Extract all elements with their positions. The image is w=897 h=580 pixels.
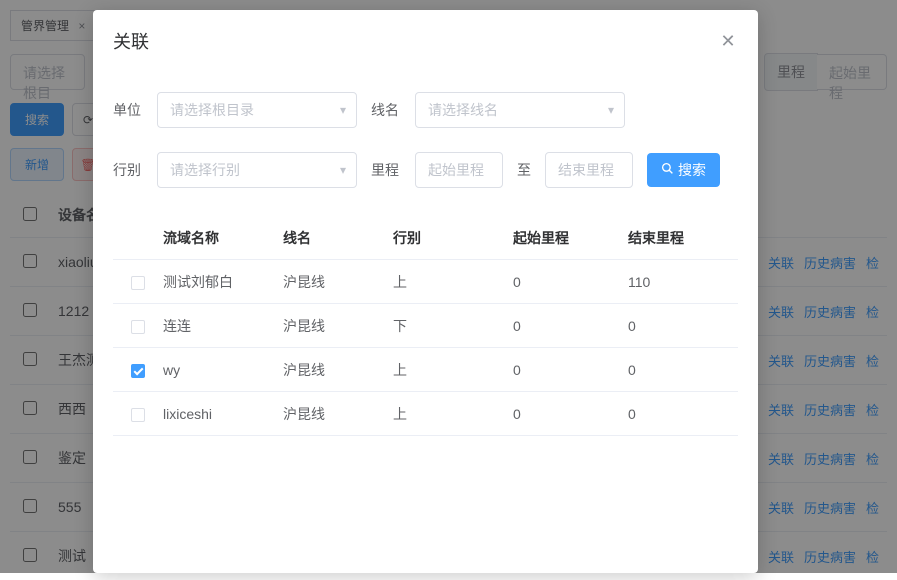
search-button[interactable]: 搜索 [647,153,720,187]
cell-line: 沪昆线 [283,360,393,380]
chevron-down-icon: ▾ [608,103,614,117]
checkbox[interactable] [131,364,145,378]
cell-end: 0 [628,318,738,334]
th-name: 流域名称 [163,228,283,248]
cell-start: 0 [513,318,628,334]
unit-select[interactable]: 请选择根目录 ▾ [157,92,357,128]
cell-end: 0 [628,406,738,422]
chevron-down-icon: ▾ [340,163,346,177]
cell-dir: 上 [393,360,513,380]
line-label: 线名 [371,100,401,120]
dir-placeholder: 请选择行别 [170,160,240,180]
unit-placeholder: 请选择根目录 [170,100,254,120]
th-line: 线名 [283,228,393,248]
table-row: 测试刘郁白沪昆线上0110 [113,260,738,304]
table-row: 连连沪昆线下00 [113,304,738,348]
cell-name: 测试刘郁白 [163,272,283,292]
checkbox[interactable] [131,320,145,334]
modal-body: 单位 请选择根目录 ▾ 线名 请选择线名 ▾ 行别 请选择行别 ▾ 里程 起始里… [93,68,758,573]
link-modal: 关联 ✕ 单位 请选择根目录 ▾ 线名 请选择线名 ▾ 行别 请选择行别 ▾ 里… [93,10,758,573]
cell-end: 0 [628,362,738,378]
cell-start: 0 [513,274,628,290]
checkbox[interactable] [131,276,145,290]
dir-label: 行别 [113,160,143,180]
mileage-end-input[interactable]: 结束里程 [545,152,633,188]
th-end: 结束里程 [628,228,738,248]
dir-select[interactable]: 请选择行别 ▾ [157,152,357,188]
row-checkbox-cell [113,405,163,421]
modal-table: 流域名称 线名 行别 起始里程 结束里程 测试刘郁白沪昆线上0110连连沪昆线下… [113,216,738,436]
checkbox[interactable] [131,408,145,422]
cell-line: 沪昆线 [283,272,393,292]
th-dir: 行别 [393,228,513,248]
modal-table-body: 测试刘郁白沪昆线上0110连连沪昆线下00wy沪昆线上00lixiceshi沪昆… [113,260,738,436]
cell-name: 连连 [163,316,283,336]
form-row-2: 行别 请选择行别 ▾ 里程 起始里程 至 结束里程 搜索 [113,152,738,188]
cell-name: lixiceshi [163,406,283,422]
chevron-down-icon: ▾ [340,103,346,117]
search-icon [661,162,674,178]
row-checkbox-cell [113,361,163,377]
cell-dir: 上 [393,272,513,292]
unit-label: 单位 [113,100,143,120]
mileage-start-input[interactable]: 起始里程 [415,152,503,188]
cell-dir: 下 [393,316,513,336]
row-checkbox-cell [113,273,163,289]
modal-header: 关联 ✕ [93,10,758,68]
line-select[interactable]: 请选择线名 ▾ [415,92,625,128]
cell-start: 0 [513,362,628,378]
form-row-1: 单位 请选择根目录 ▾ 线名 请选择线名 ▾ [113,92,738,128]
cell-name: wy [163,362,283,378]
mileage-label: 里程 [371,160,401,180]
modal-title: 关联 [113,28,149,54]
th-start: 起始里程 [513,228,628,248]
cell-end: 110 [628,274,738,290]
cell-line: 沪昆线 [283,404,393,424]
table-row: wy沪昆线上00 [113,348,738,392]
table-row: lixiceshi沪昆线上00 [113,392,738,436]
modal-table-header: 流域名称 线名 行别 起始里程 结束里程 [113,216,738,260]
cell-dir: 上 [393,404,513,424]
search-button-label: 搜索 [678,160,706,180]
cell-start: 0 [513,406,628,422]
range-to: 至 [517,160,531,180]
cell-line: 沪昆线 [283,316,393,336]
close-icon[interactable]: ✕ [718,31,738,51]
row-checkbox-cell [113,317,163,333]
line-placeholder: 请选择线名 [428,100,498,120]
